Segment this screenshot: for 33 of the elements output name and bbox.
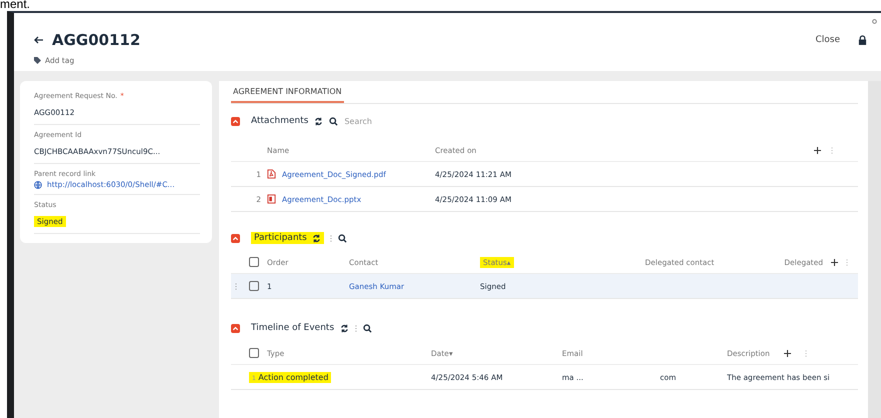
row-checkbox[interactable] bbox=[249, 281, 259, 291]
collapse-icon[interactable] bbox=[231, 234, 240, 242]
more-icon[interactable] bbox=[330, 234, 332, 242]
add-icon[interactable] bbox=[784, 350, 791, 356]
more-icon[interactable] bbox=[355, 324, 358, 332]
pdf-file-icon bbox=[267, 169, 276, 179]
tag-icon bbox=[34, 57, 41, 64]
search-icon[interactable] bbox=[363, 324, 372, 332]
drag-handle-icon[interactable] bbox=[235, 282, 237, 290]
section-title: Attachments bbox=[251, 116, 308, 126]
scrollbar[interactable] bbox=[868, 81, 881, 418]
refresh-icon[interactable] bbox=[340, 324, 350, 332]
section-title: Participants bbox=[254, 233, 307, 243]
select-all-checkbox[interactable] bbox=[249, 348, 259, 358]
close-button[interactable]: Close bbox=[815, 35, 840, 45]
add-icon[interactable] bbox=[814, 146, 821, 154]
back-arrow-icon[interactable] bbox=[34, 36, 44, 44]
collapse-icon[interactable] bbox=[231, 324, 240, 332]
settings-icon[interactable] bbox=[872, 19, 877, 24]
refresh-icon[interactable] bbox=[314, 116, 324, 126]
select-all-checkbox[interactable] bbox=[249, 257, 259, 267]
tab[interactable]: AGREEMENT INFORMATION bbox=[231, 81, 344, 103]
record-title: AGG00112 bbox=[52, 31, 140, 49]
search-icon[interactable] bbox=[329, 116, 338, 126]
section-title: Timeline of Events bbox=[251, 323, 334, 333]
presentation-file-icon bbox=[267, 194, 276, 204]
add-icon[interactable] bbox=[831, 258, 838, 266]
globe-icon bbox=[34, 180, 42, 188]
search-icon[interactable] bbox=[338, 234, 347, 242]
lock-icon[interactable] bbox=[858, 35, 867, 45]
document-text: ment. bbox=[0, 0, 30, 11]
collapse-icon[interactable] bbox=[231, 116, 240, 126]
refresh-icon[interactable] bbox=[312, 234, 321, 242]
